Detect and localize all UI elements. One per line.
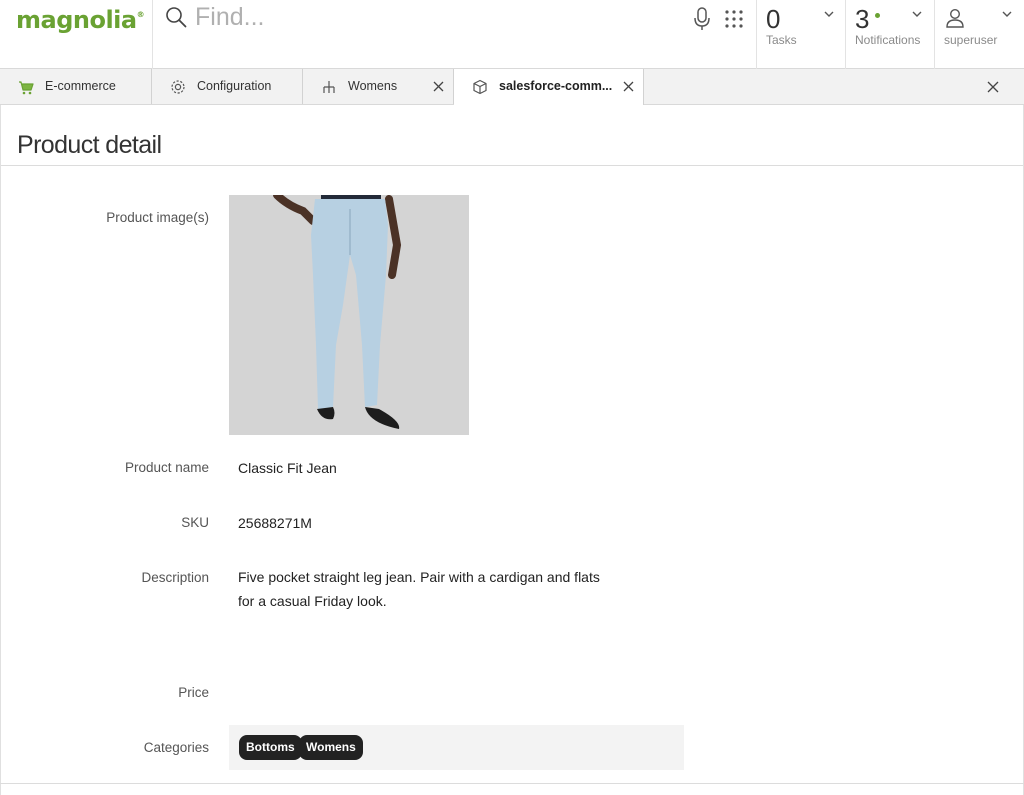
chevron-down-icon xyxy=(912,11,922,17)
gear-icon xyxy=(171,80,185,94)
notifications-indicator[interactable]: 3 Notifications xyxy=(845,0,934,69)
search-input[interactable] xyxy=(195,0,675,34)
divider xyxy=(1,165,1023,166)
app-window: magnolia® 0 Tasks 3 Notifica xyxy=(0,0,1024,795)
tab-product[interactable]: salesforce-comm... xyxy=(454,69,644,105)
tab-label: salesforce-comm... xyxy=(499,79,613,93)
tab-ecommerce[interactable]: E-commerce xyxy=(0,69,152,104)
hierarchy-icon xyxy=(323,81,335,93)
jeans-photo xyxy=(229,195,469,435)
categories-label: Categories xyxy=(143,740,209,755)
tab-configuration[interactable]: Configuration xyxy=(152,69,303,104)
logo-wordmark: magnolia® xyxy=(16,6,145,34)
tab-label: Configuration xyxy=(197,79,272,93)
username-label: superuser xyxy=(944,33,998,47)
description-label: Description xyxy=(141,570,209,585)
user-menu[interactable]: superuser xyxy=(934,0,1024,69)
registered-mark: ® xyxy=(136,10,145,19)
product-name-label: Product name xyxy=(124,460,209,475)
product-name-value: Classic Fit Jean xyxy=(238,460,337,476)
tasks-indicator[interactable]: 0 Tasks xyxy=(756,0,846,69)
app-launcher-icon[interactable] xyxy=(724,9,744,29)
price-label: Price xyxy=(178,685,209,700)
notification-dot xyxy=(875,13,880,18)
close-icon[interactable] xyxy=(623,81,634,92)
chevron-down-icon xyxy=(1002,11,1012,17)
product-images-label: Product image(s) xyxy=(106,210,209,225)
sku-value: 25688271M xyxy=(238,515,312,531)
chevron-down-icon xyxy=(824,11,834,17)
tab-label: E-commerce xyxy=(45,79,116,93)
tasks-count: 0 xyxy=(766,4,781,34)
tasks-label: Tasks xyxy=(766,33,797,47)
cube-icon xyxy=(473,79,487,95)
user-icon xyxy=(946,8,964,28)
category-chip[interactable]: Womens xyxy=(299,735,363,760)
tab-bar: E-commerce Configuration Womens salesfor… xyxy=(0,69,1024,105)
microphone-icon[interactable] xyxy=(692,7,712,31)
categories-field: Bottoms Womens xyxy=(229,725,684,770)
description-value: Five pocket straight leg jean. Pair with… xyxy=(238,569,600,609)
notifications-label: Notifications xyxy=(855,33,921,47)
sku-label: SKU xyxy=(181,515,209,530)
close-all-tabs-icon[interactable] xyxy=(987,81,999,93)
notifications-count: 3 xyxy=(855,4,870,34)
logo[interactable]: magnolia® xyxy=(0,0,153,69)
tab-label: Womens xyxy=(348,79,398,93)
divider xyxy=(0,783,1024,784)
search-icon[interactable] xyxy=(165,6,187,28)
top-header: magnolia® 0 Tasks 3 Notifica xyxy=(0,0,1024,69)
category-chip[interactable]: Bottoms xyxy=(239,735,302,760)
tab-womens[interactable]: Womens xyxy=(303,69,454,104)
page-title: Product detail xyxy=(17,131,162,159)
cart-icon xyxy=(19,81,34,95)
close-icon[interactable] xyxy=(433,81,444,92)
product-image[interactable] xyxy=(229,195,469,435)
